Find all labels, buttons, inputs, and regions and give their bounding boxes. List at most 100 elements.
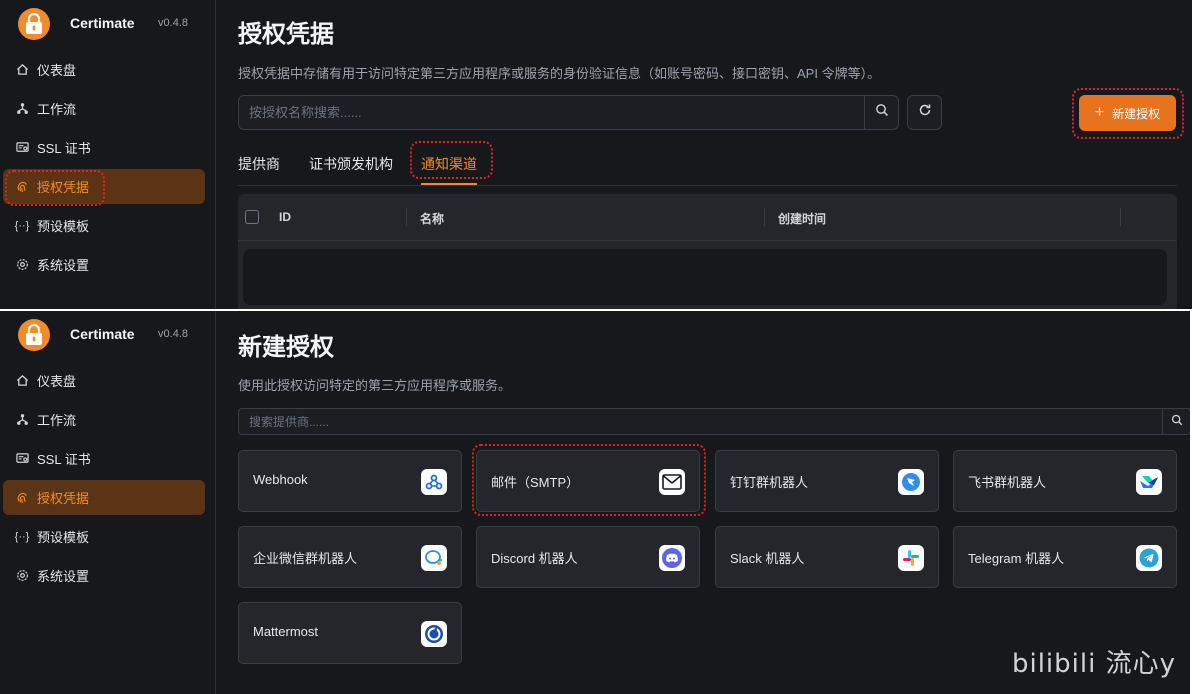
- app-version: v0.4.8: [158, 328, 188, 340]
- provider-card-wecom[interactable]: 企业微信群机器人: [238, 526, 462, 588]
- sidebar-item-access[interactable]: 授权凭据: [3, 169, 205, 204]
- mail-icon: [659, 469, 685, 495]
- access-tabs: 提供商 证书颁发机构 通知渠道: [238, 150, 1177, 186]
- sidebar-item-label: 授权凭据: [37, 491, 90, 506]
- new-access-screen: Certimate v0.4.8 仪表盘 工作流 SSL 证书 授权凭据 {··…: [0, 311, 1190, 694]
- access-main: 授权凭据 授权凭据中存储有用于访问特定第三方应用程序或服务的身份验证信息（如账号…: [238, 0, 1192, 309]
- sidebar-item-settings[interactable]: 系统设置: [3, 247, 205, 282]
- column-created[interactable]: 创建时间: [778, 210, 826, 227]
- home-icon: [15, 374, 29, 388]
- sidebar-item-workflow[interactable]: 工作流: [3, 91, 205, 126]
- search-button[interactable]: [1162, 409, 1190, 434]
- home-icon: [15, 63, 29, 77]
- bilibili-watermark: bilibili 流心y: [1011, 649, 1176, 679]
- sidebar-item-presets[interactable]: {··} 预设模板: [3, 208, 205, 243]
- page-title: 授权凭据: [238, 21, 334, 48]
- fingerprint-icon: [15, 491, 29, 505]
- discord-icon: [659, 545, 685, 571]
- column-id[interactable]: ID: [279, 210, 291, 224]
- braces-icon: {··}: [14, 530, 30, 543]
- active-tab-indicator: [421, 183, 477, 185]
- sidebar-item-label: 预设模板: [37, 219, 90, 234]
- search-icon: [875, 103, 889, 122]
- refresh-button[interactable]: [907, 95, 942, 130]
- provider-label: 钉钉群机器人: [730, 475, 809, 490]
- workflow-icon: [15, 413, 29, 427]
- access-list-screen: Certimate v0.4.8 仪表盘 工作流 SSL 证书 授权凭据 {··…: [0, 0, 1192, 309]
- provider-search-input[interactable]: [239, 409, 1149, 434]
- plus-icon: +: [1094, 104, 1105, 121]
- lock-logo-icon: [18, 319, 50, 351]
- sidebar-item-label: 仪表盘: [37, 374, 77, 389]
- new-access-button[interactable]: + 新建授权: [1079, 95, 1176, 131]
- sidebar-item-dashboard[interactable]: 仪表盘: [3, 363, 205, 398]
- sidebar-item-ssl[interactable]: SSL 证书: [3, 130, 205, 165]
- new-access-main: 新建授权 使用此授权访问特定的第三方应用程序或服务。 Webhook 邮件（SM…: [238, 311, 1190, 694]
- provider-card-discord[interactable]: Discord 机器人: [476, 526, 700, 588]
- sidebar-item-workflow[interactable]: 工作流: [3, 402, 205, 437]
- gear-icon: [15, 569, 29, 583]
- sidebar-item-label: 工作流: [37, 102, 77, 117]
- new-access-label: 新建授权: [1112, 106, 1161, 121]
- sidebar-item-label: 工作流: [37, 413, 77, 428]
- sidebar-item-label: 预设模板: [37, 530, 90, 545]
- column-divider: [406, 208, 407, 226]
- certificate-icon: [15, 452, 29, 466]
- lock-logo-icon: [18, 8, 50, 40]
- certificate-icon: [15, 141, 29, 155]
- gear-icon: [15, 258, 29, 272]
- provider-label: Slack 机器人: [730, 551, 805, 566]
- brand: Certimate v0.4.8: [18, 319, 208, 351]
- provider-label: 邮件（SMTP）: [491, 475, 580, 490]
- sidebar-nav: 仪表盘 工作流 SSL 证书 授权凭据 {··} 预设模板 系统设置: [0, 52, 216, 286]
- sidebar-nav: 仪表盘 工作流 SSL 证书 授权凭据 {··} 预设模板 系统设置: [0, 363, 216, 597]
- page-title: 新建授权: [238, 334, 334, 361]
- table-body-empty: [243, 249, 1167, 305]
- dingtalk-icon: [898, 469, 924, 495]
- wecom-icon: [421, 545, 447, 571]
- sidebar-item-ssl[interactable]: SSL 证书: [3, 441, 205, 476]
- sidebar-item-label: 系统设置: [37, 569, 90, 584]
- sidebar-item-settings[interactable]: 系统设置: [3, 558, 205, 593]
- workflow-icon: [15, 102, 29, 116]
- provider-label: Discord 机器人: [491, 551, 578, 566]
- braces-icon: {··}: [14, 219, 30, 232]
- provider-card-mattermost[interactable]: Mattermost: [238, 602, 462, 664]
- select-all-checkbox[interactable]: [245, 210, 259, 224]
- search-icon: [1171, 413, 1183, 431]
- sidebar: Certimate v0.4.8 仪表盘 工作流 SSL 证书 授权凭据 {··…: [0, 311, 216, 694]
- refresh-icon: [918, 103, 932, 122]
- page-description: 使用此授权访问特定的第三方应用程序或服务。: [238, 378, 512, 393]
- column-divider: [1120, 208, 1121, 226]
- fingerprint-icon: [15, 180, 29, 194]
- access-search-box: [238, 95, 899, 130]
- provider-card-telegram[interactable]: Telegram 机器人: [953, 526, 1177, 588]
- access-table: ID 名称 创建时间: [238, 194, 1177, 309]
- sidebar-item-presets[interactable]: {··} 预设模板: [3, 519, 205, 554]
- provider-label: 企业微信群机器人: [253, 551, 358, 566]
- access-search-input[interactable]: [239, 96, 865, 129]
- sidebar-item-label: 授权凭据: [37, 180, 90, 195]
- tab-notification[interactable]: 通知渠道: [421, 154, 477, 174]
- sidebar-item-dashboard[interactable]: 仪表盘: [3, 52, 205, 87]
- provider-card-slack[interactable]: Slack 机器人: [715, 526, 939, 588]
- tab-ca[interactable]: 证书颁发机构: [309, 154, 393, 174]
- brand: Certimate v0.4.8: [18, 8, 208, 40]
- slack-icon: [898, 545, 924, 571]
- app-version: v0.4.8: [158, 17, 188, 29]
- provider-card-webhook[interactable]: Webhook: [238, 450, 462, 512]
- tab-providers[interactable]: 提供商: [238, 154, 280, 174]
- feishu-icon: [1136, 469, 1162, 495]
- provider-card-dingtalk[interactable]: 钉钉群机器人: [715, 450, 939, 512]
- search-button[interactable]: [864, 96, 898, 129]
- webhook-icon: [421, 469, 447, 495]
- column-name[interactable]: 名称: [420, 210, 444, 227]
- mattermost-icon: [421, 621, 447, 647]
- provider-search-box: [238, 408, 1190, 435]
- provider-card-feishu[interactable]: 飞书群机器人: [953, 450, 1177, 512]
- sidebar-item-access[interactable]: 授权凭据: [3, 480, 205, 515]
- app-name: Certimate: [70, 326, 135, 342]
- provider-card-smtp[interactable]: 邮件（SMTP）: [476, 450, 700, 512]
- sidebar: Certimate v0.4.8 仪表盘 工作流 SSL 证书 授权凭据 {··…: [0, 0, 216, 309]
- provider-label: 飞书群机器人: [968, 475, 1047, 490]
